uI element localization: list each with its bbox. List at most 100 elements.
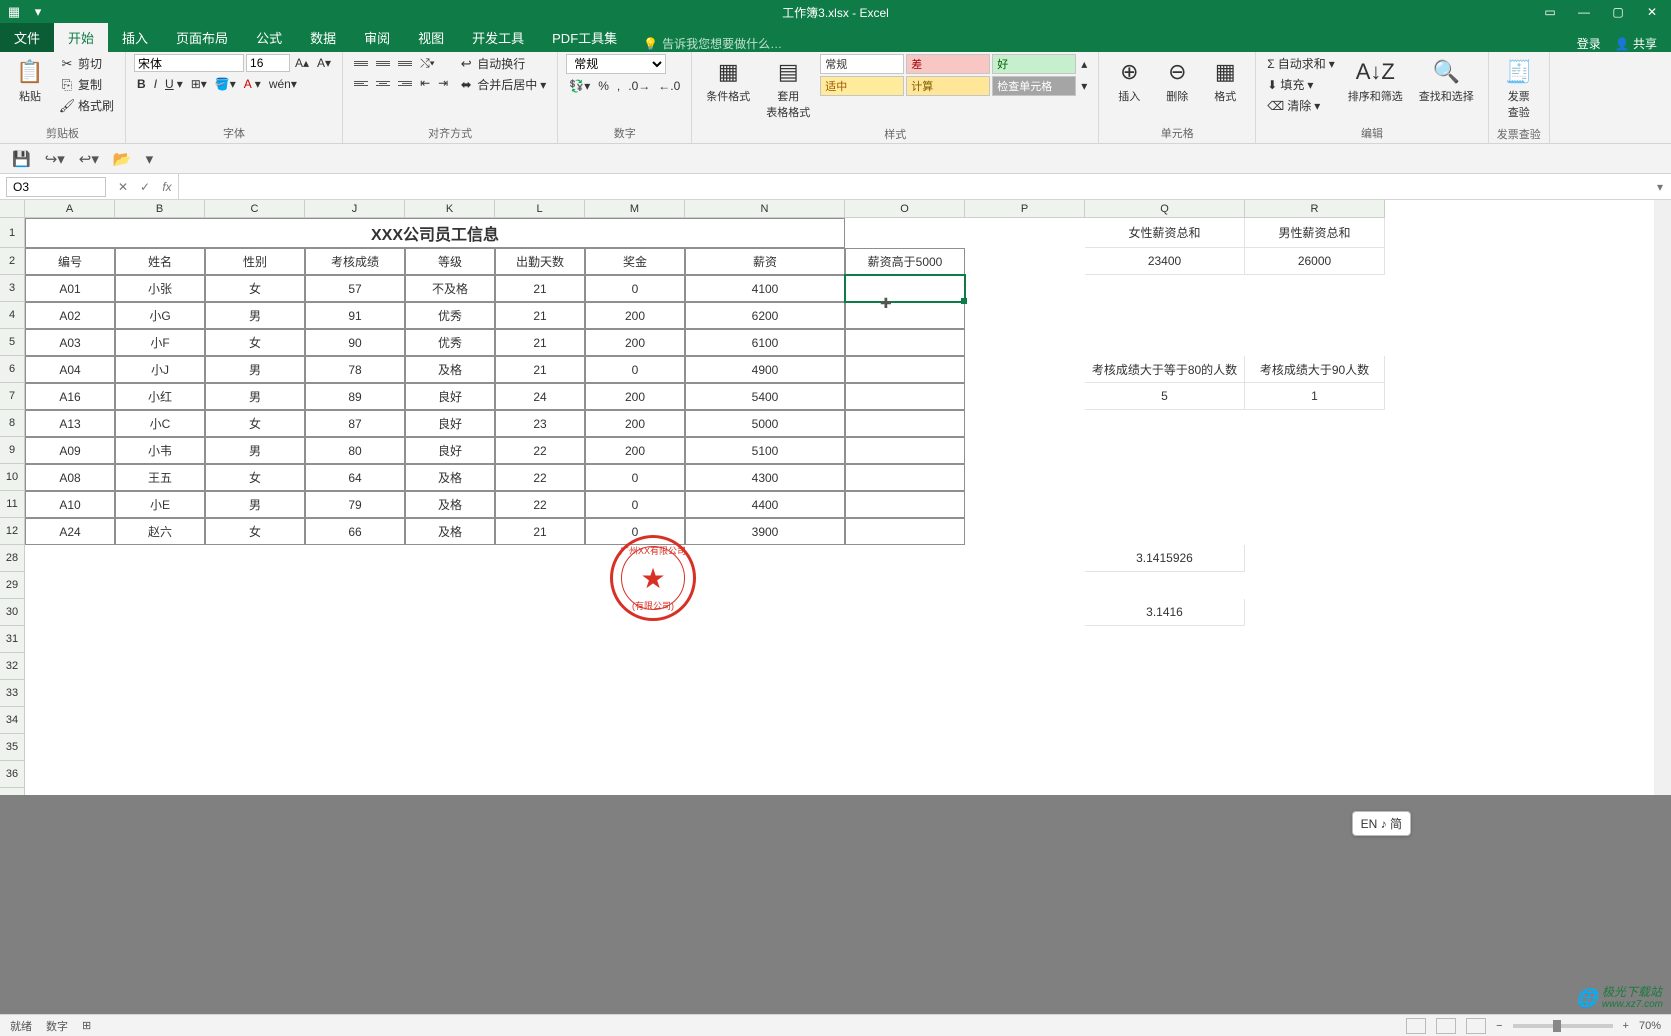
row-header[interactable]: 32 xyxy=(0,653,25,680)
tell-me-search[interactable]: 💡告诉我您想要做什么… xyxy=(643,35,782,52)
cell[interactable]: 女 xyxy=(205,329,305,356)
ime-indicator[interactable]: EN ♪ 简 xyxy=(1352,811,1411,836)
row-header[interactable]: 8 xyxy=(0,410,25,437)
cell[interactable]: XXX公司员工信息 xyxy=(25,218,845,248)
merge-center-button[interactable]: ⬌合并后居中▾ xyxy=(455,75,549,94)
row-header[interactable]: 33 xyxy=(0,680,25,707)
conditional-format-button[interactable]: ▦条件格式 xyxy=(700,54,756,108)
cell[interactable]: 4900 xyxy=(685,356,845,383)
row-header[interactable]: 9 xyxy=(0,437,25,464)
tab-review[interactable]: 审阅 xyxy=(350,23,404,52)
cell[interactable]: 200 xyxy=(585,410,685,437)
qat-more-button[interactable]: ▾ xyxy=(146,150,154,168)
cell[interactable]: 男 xyxy=(205,491,305,518)
cell[interactable]: A01 xyxy=(25,275,115,302)
expand-formula-button[interactable]: ▾ xyxy=(1649,180,1671,194)
insert-cells-button[interactable]: ⊕插入 xyxy=(1107,54,1151,108)
cell[interactable]: 女 xyxy=(205,464,305,491)
align-top-button[interactable] xyxy=(351,54,371,72)
tab-insert[interactable]: 插入 xyxy=(108,23,162,52)
wrap-text-button[interactable]: ↩自动换行 xyxy=(455,54,549,73)
cell[interactable]: 21 xyxy=(495,275,585,302)
row-header[interactable]: 36 xyxy=(0,761,25,788)
cell[interactable]: 22 xyxy=(495,464,585,491)
cell[interactable]: 21 xyxy=(495,518,585,545)
delete-cells-button[interactable]: ⊖删除 xyxy=(1155,54,1199,108)
select-all-corner[interactable] xyxy=(0,200,25,218)
cell[interactable]: A24 xyxy=(25,518,115,545)
accept-formula-button[interactable]: ✓ xyxy=(134,180,156,194)
page-layout-view-button[interactable] xyxy=(1436,1018,1456,1034)
cell[interactable]: 优秀 xyxy=(405,329,495,356)
fill-button[interactable]: ⬇填充▾ xyxy=(1264,75,1337,94)
close-button[interactable]: ✕ xyxy=(1639,2,1665,22)
cell[interactable]: 0 xyxy=(585,464,685,491)
zoom-out-button[interactable]: − xyxy=(1496,1020,1502,1032)
decrease-indent-button[interactable]: ⇤ xyxy=(417,75,433,91)
tab-formulas[interactable]: 公式 xyxy=(242,23,296,52)
style-normal[interactable]: 常规 xyxy=(820,54,904,74)
zoom-level[interactable]: 70% xyxy=(1639,1020,1661,1032)
cell[interactable]: A16 xyxy=(25,383,115,410)
tab-developer[interactable]: 开发工具 xyxy=(458,23,538,52)
autosum-button[interactable]: Σ自动求和▾ xyxy=(1264,54,1337,73)
cell[interactable]: 200 xyxy=(585,302,685,329)
cell[interactable]: 5000 xyxy=(685,410,845,437)
row-header[interactable]: 5 xyxy=(0,329,25,356)
worksheet-grid[interactable]: ABCJKLMNOPQR 123456789101112282930313233… xyxy=(0,200,1671,820)
row-header[interactable]: 34 xyxy=(0,707,25,734)
row-header[interactable]: 35 xyxy=(0,734,25,761)
cell[interactable]: 小E xyxy=(115,491,205,518)
normal-view-button[interactable] xyxy=(1406,1018,1426,1034)
row-header[interactable]: 10 xyxy=(0,464,25,491)
row-header[interactable]: 6 xyxy=(0,356,25,383)
cell[interactable]: 22 xyxy=(495,491,585,518)
clear-button[interactable]: ⌫清除▾ xyxy=(1264,96,1337,115)
cell[interactable]: 考核成绩大于等于80的人数 xyxy=(1085,356,1245,383)
cell[interactable]: A08 xyxy=(25,464,115,491)
cell[interactable]: A13 xyxy=(25,410,115,437)
cell[interactable]: 3.1415926 xyxy=(1085,545,1245,572)
cell[interactable]: 及格 xyxy=(405,464,495,491)
cell[interactable]: 及格 xyxy=(405,356,495,383)
currency-button[interactable]: 💱▾ xyxy=(566,78,593,94)
cell[interactable]: 0 xyxy=(585,491,685,518)
row-header[interactable]: 7 xyxy=(0,383,25,410)
cell[interactable]: 90 xyxy=(305,329,405,356)
fx-button[interactable]: fx xyxy=(156,180,178,194)
save-button[interactable]: 💾 xyxy=(12,150,31,168)
formula-input[interactable] xyxy=(178,174,1649,199)
cell[interactable]: 薪资高于5000 xyxy=(845,248,965,275)
cell[interactable]: 女 xyxy=(205,410,305,437)
cell[interactable]: 及格 xyxy=(405,518,495,545)
cell[interactable]: 小J xyxy=(115,356,205,383)
font-size-combo[interactable] xyxy=(246,54,290,72)
cell[interactable]: 及格 xyxy=(405,491,495,518)
tab-file[interactable]: 文件 xyxy=(0,23,54,52)
cell[interactable]: 200 xyxy=(585,383,685,410)
align-center-button[interactable] xyxy=(373,74,393,92)
cell[interactable] xyxy=(845,410,965,437)
cell[interactable]: A02 xyxy=(25,302,115,329)
cell[interactable] xyxy=(845,383,965,410)
cell[interactable] xyxy=(845,518,965,545)
find-select-button[interactable]: 🔍查找和选择 xyxy=(1413,54,1480,108)
cell[interactable] xyxy=(845,491,965,518)
tab-pdf[interactable]: PDF工具集 xyxy=(538,23,631,52)
cell[interactable]: 良好 xyxy=(405,383,495,410)
column-header[interactable]: J xyxy=(305,200,405,218)
cell[interactable]: 小红 xyxy=(115,383,205,410)
cell[interactable]: A10 xyxy=(25,491,115,518)
paste-button[interactable]: 📋粘贴 xyxy=(8,54,52,108)
invoice-check-button[interactable]: 🧾发票 查验 xyxy=(1497,54,1541,124)
decrease-decimal-button[interactable]: ←.0 xyxy=(655,78,683,94)
column-header[interactable]: L xyxy=(495,200,585,218)
font-name-combo[interactable] xyxy=(134,54,244,72)
cell[interactable]: A04 xyxy=(25,356,115,383)
column-header[interactable]: C xyxy=(205,200,305,218)
column-header[interactable]: M xyxy=(585,200,685,218)
sort-filter-button[interactable]: A↓Z排序和筛选 xyxy=(1342,54,1409,108)
align-left-button[interactable] xyxy=(351,74,371,92)
percent-button[interactable]: % xyxy=(595,78,612,94)
row-header[interactable]: 12 xyxy=(0,518,25,545)
